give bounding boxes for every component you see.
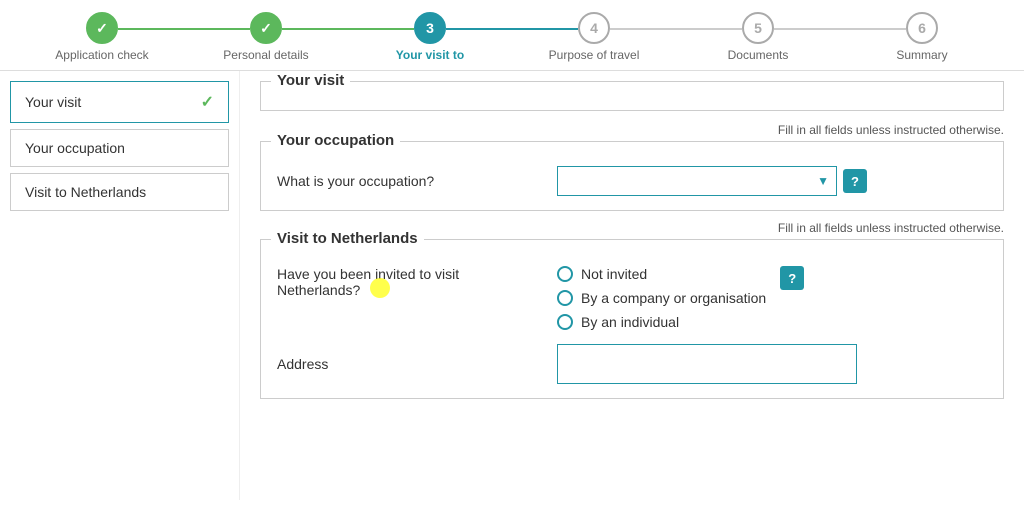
step-circle-4: 4: [578, 12, 610, 44]
radio-label-by-company: By a company or organisation: [581, 290, 766, 306]
occupation-dropdown[interactable]: [557, 166, 837, 196]
netherlands-help-button[interactable]: ?: [780, 266, 804, 290]
step-label-1: Application check: [55, 48, 148, 62]
sidebar-item-visit-to-netherlands[interactable]: Visit to Netherlands: [10, 173, 229, 211]
your-occupation-section: Your occupation What is your occupation?…: [260, 141, 1004, 211]
step-application-check[interactable]: ✓ Application check: [20, 12, 184, 62]
occupation-help-button[interactable]: ?: [843, 169, 867, 193]
your-occupation-title: Your occupation: [271, 132, 400, 149]
occupation-control-wrapper: ?: [557, 166, 987, 196]
invitation-question-label: Have you been invited to visit Netherlan…: [277, 266, 557, 298]
invitation-form-row: Have you been invited to visit Netherlan…: [277, 266, 987, 330]
invitation-question-line1: Have you been invited to visit: [277, 266, 459, 282]
main-layout: Your visit ✓ Your occupation Visit to Ne…: [0, 71, 1024, 500]
address-textarea[interactable]: [557, 344, 857, 384]
step-summary[interactable]: 6 Summary: [840, 12, 1004, 62]
radio-label-not-invited: Not invited: [581, 266, 647, 282]
occupation-dropdown-wrapper: [557, 166, 837, 196]
radio-circle-by-company: [557, 290, 573, 306]
checkmark-icon: ✓: [201, 92, 214, 112]
invitation-control-wrapper: Not invited By a company or organisation…: [557, 266, 987, 330]
step-label-6: Summary: [896, 48, 947, 62]
address-label: Address: [277, 356, 557, 372]
step-purpose-of-travel[interactable]: 4 Purpose of travel: [512, 12, 676, 62]
radio-circle-not-invited: [557, 266, 573, 282]
sidebar-item-label-visit-to-netherlands: Visit to Netherlands: [25, 184, 146, 200]
step-label-2: Personal details: [223, 48, 308, 62]
occupation-form-row: What is your occupation? ?: [277, 166, 987, 196]
radio-circle-by-individual: [557, 314, 573, 330]
your-visit-title: Your visit: [271, 72, 350, 89]
step-label-5: Documents: [728, 48, 789, 62]
address-control-wrapper: [557, 344, 987, 384]
stepper: ✓ Application check ✓ Personal details 3…: [0, 0, 1024, 71]
step-label-3: Your visit to: [396, 48, 464, 62]
radio-by-company[interactable]: By a company or organisation: [557, 290, 766, 306]
visit-netherlands-section: Visit to Netherlands Have you been invit…: [260, 239, 1004, 399]
occupation-question-label: What is your occupation?: [277, 173, 557, 189]
address-row: Address: [277, 344, 987, 384]
invitation-radio-group: Not invited By a company or organisation…: [557, 266, 766, 330]
step-circle-2: ✓: [250, 12, 282, 44]
step-label-4: Purpose of travel: [549, 48, 640, 62]
sidebar-item-label-your-visit: Your visit: [25, 94, 81, 110]
content-area: Your visit Fill in all fields unless ins…: [240, 71, 1024, 500]
sidebar-item-your-occupation[interactable]: Your occupation: [10, 129, 229, 167]
step-circle-3: 3: [414, 12, 446, 44]
invitation-question-line2: Netherlands?: [277, 282, 360, 298]
sidebar-item-label-your-occupation: Your occupation: [25, 140, 125, 156]
step-circle-6: 6: [906, 12, 938, 44]
your-visit-section: Your visit: [260, 81, 1004, 111]
step-your-visit-to[interactable]: 3 Your visit to: [348, 12, 512, 62]
radio-label-by-individual: By an individual: [581, 314, 679, 330]
sidebar: Your visit ✓ Your occupation Visit to Ne…: [0, 71, 240, 500]
step-circle-1: ✓: [86, 12, 118, 44]
radio-not-invited[interactable]: Not invited: [557, 266, 766, 282]
step-documents[interactable]: 5 Documents: [676, 12, 840, 62]
sidebar-item-your-visit[interactable]: Your visit ✓: [10, 81, 229, 123]
step-circle-5: 5: [742, 12, 774, 44]
step-personal-details[interactable]: ✓ Personal details: [184, 12, 348, 62]
visit-netherlands-title: Visit to Netherlands: [271, 230, 424, 247]
radio-by-individual[interactable]: By an individual: [557, 314, 766, 330]
